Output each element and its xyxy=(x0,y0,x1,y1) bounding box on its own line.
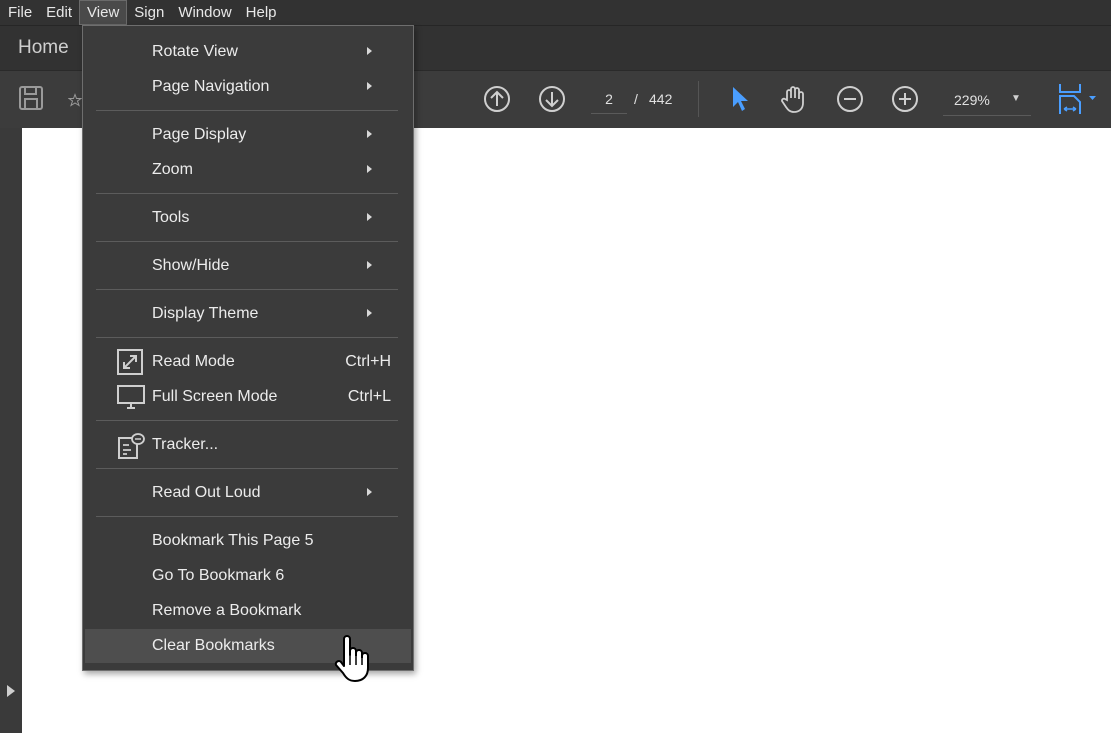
menu-item-read-out-loud[interactable]: Read Out Loud xyxy=(83,476,411,510)
menu-separator xyxy=(96,193,398,194)
submenu-arrow-icon xyxy=(367,488,372,496)
zoom-select[interactable]: 229% ▼ xyxy=(943,85,1031,116)
select-pointer-icon[interactable] xyxy=(728,84,752,114)
menu-file[interactable]: File xyxy=(0,0,39,25)
arrow-up-circle-icon[interactable] xyxy=(482,84,512,114)
menu-item-display-theme[interactable]: Display Theme xyxy=(83,297,411,331)
menu-item-read-mode[interactable]: Read Mode Ctrl+H xyxy=(83,345,411,379)
view-menu: Rotate View Page Navigation Page Display… xyxy=(82,25,414,671)
hand-icon[interactable] xyxy=(779,83,809,115)
menu-item-page-display[interactable]: Page Display xyxy=(83,118,411,152)
page-separator: / xyxy=(634,91,638,107)
menu-item-tracker[interactable]: Tracker... xyxy=(83,428,411,462)
menu-window[interactable]: Window xyxy=(171,0,238,25)
zoom-value: 229% xyxy=(954,92,990,108)
submenu-arrow-icon xyxy=(367,47,372,55)
menu-item-page-navigation[interactable]: Page Navigation xyxy=(83,70,411,104)
menu-view[interactable]: View xyxy=(79,0,128,25)
zoom-in-icon[interactable] xyxy=(890,84,920,114)
shortcut-label: Ctrl+L xyxy=(347,388,391,405)
monitor-icon xyxy=(117,384,145,410)
submenu-arrow-icon xyxy=(367,309,372,317)
shortcut-label: Ctrl+H xyxy=(345,353,391,370)
menu-item-tools[interactable]: Tools xyxy=(83,201,411,235)
menu-item-full-screen-mode[interactable]: Full Screen Mode Ctrl+L xyxy=(83,380,411,414)
menu-item-go-to-bookmark[interactable]: Go To Bookmark 6 xyxy=(83,559,411,593)
menu-item-rotate-view[interactable]: Rotate View xyxy=(83,35,411,69)
menu-separator xyxy=(96,241,398,242)
submenu-arrow-icon xyxy=(367,130,372,138)
submenu-arrow-icon xyxy=(367,261,372,269)
save-icon[interactable] xyxy=(16,83,46,113)
chevron-down-icon: ▼ xyxy=(1011,93,1021,104)
page-fit-icon[interactable] xyxy=(1056,82,1100,116)
menu-separator xyxy=(96,289,398,290)
hand-cursor-icon xyxy=(332,635,372,683)
star-icon[interactable] xyxy=(68,85,82,115)
submenu-arrow-icon xyxy=(367,165,372,173)
tracker-icon xyxy=(117,432,145,459)
menu-separator xyxy=(96,468,398,469)
menu-edit[interactable]: Edit xyxy=(39,0,79,25)
menu-help[interactable]: Help xyxy=(239,0,284,25)
menu-item-remove-bookmark[interactable]: Remove a Bookmark xyxy=(83,594,411,628)
submenu-arrow-icon xyxy=(367,82,372,90)
page-total: 442 xyxy=(649,91,673,107)
menu-item-show-hide[interactable]: Show/Hide xyxy=(83,249,411,283)
expand-panel-icon[interactable] xyxy=(7,685,15,697)
menu-bar: File Edit View Sign Window Help xyxy=(0,0,1111,25)
menu-item-zoom[interactable]: Zoom xyxy=(83,153,411,187)
menu-separator xyxy=(96,337,398,338)
tab-home[interactable]: Home xyxy=(18,37,69,59)
toolbar-divider xyxy=(698,81,699,117)
submenu-arrow-icon xyxy=(367,213,372,221)
menu-separator xyxy=(96,110,398,111)
menu-separator xyxy=(96,420,398,421)
menu-separator xyxy=(96,516,398,517)
side-panel-rail xyxy=(0,128,22,733)
read-mode-icon xyxy=(117,349,143,375)
menu-item-bookmark-this-page[interactable]: Bookmark This Page 5 xyxy=(83,524,411,558)
menu-sign[interactable]: Sign xyxy=(127,0,171,25)
arrow-down-circle-icon[interactable] xyxy=(537,84,567,114)
page-number-input[interactable]: 2 xyxy=(591,85,627,114)
zoom-out-icon[interactable] xyxy=(835,84,865,114)
